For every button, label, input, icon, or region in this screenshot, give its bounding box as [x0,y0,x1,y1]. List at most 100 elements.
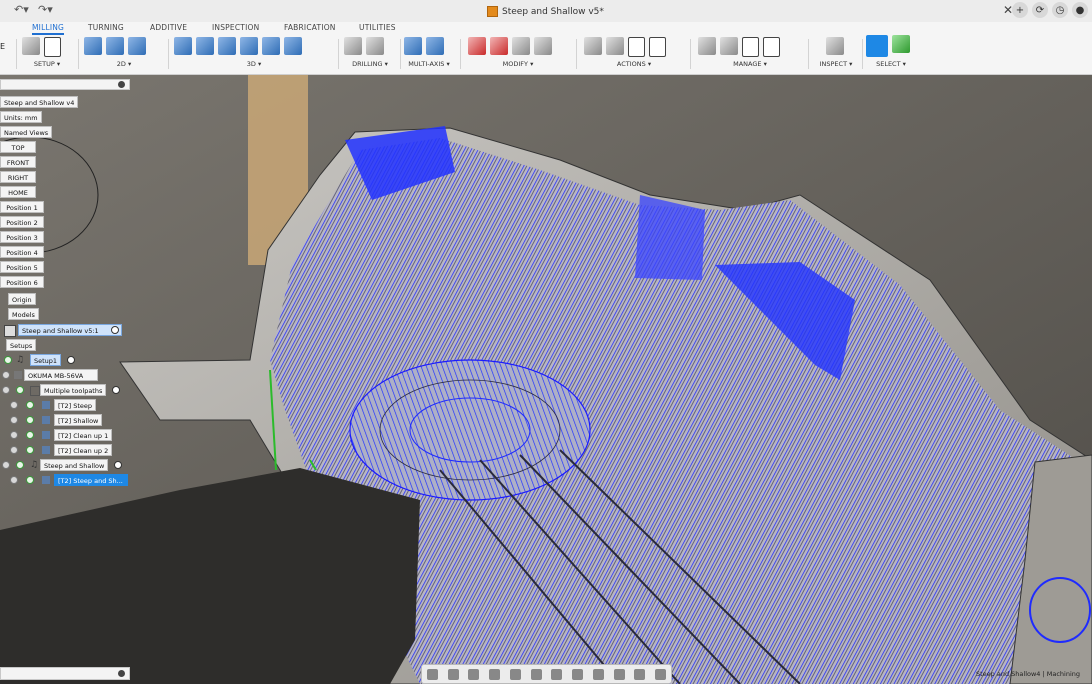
named-views-node[interactable]: Named Views [0,126,53,138]
eye-icon[interactable] [10,401,18,409]
3d-group-label[interactable]: 3D ▾ [174,60,334,68]
simulate-machine-icon[interactable] [606,37,624,55]
visual-style-icon[interactable] [572,668,584,680]
viewports-icon[interactable] [551,668,563,680]
inspect-group-label[interactable]: INSPECT ▾ [814,60,858,68]
post-process-icon[interactable] [628,37,645,57]
op-steep[interactable]: [T2] Steep [54,399,97,411]
op-clean-up-1[interactable]: [T2] Clean up 1 [54,429,113,441]
hole-recognition-icon[interactable] [366,37,384,55]
view-position-2[interactable]: Position 2 [0,216,44,228]
op-steep-and-shallow[interactable]: [T2] Steep and Sh... [54,474,128,486]
setup1-node[interactable]: Setup1 [30,354,62,366]
post-library-icon[interactable] [763,37,780,57]
check-icon[interactable] [26,476,34,484]
op-clean-up-2[interactable]: [T2] Clean up 2 [54,444,113,456]
root-document[interactable]: Steep and Shallow v4 [0,96,79,108]
eye-icon[interactable] [10,416,18,424]
check-icon[interactable] [16,461,24,469]
browser-header[interactable] [0,79,130,90]
parallel-icon[interactable] [240,37,258,55]
adaptive-clearing-icon[interactable] [174,37,192,55]
stock-icon[interactable] [655,668,667,680]
face-icon[interactable] [128,37,146,55]
setup-sheet-icon[interactable] [649,37,666,57]
combined-radio[interactable] [114,461,122,469]
machine-node[interactable]: OKUMA MB-56VA [24,369,98,381]
eye-icon[interactable] [10,446,18,454]
component-node[interactable]: Steep and Shallow v5:1 [18,324,122,336]
filter-icon[interactable] [634,668,646,680]
view-position-1[interactable]: Position 1 [0,201,44,213]
select-cursor-icon[interactable] [866,35,888,57]
tab-fabrication[interactable]: FABRICATION [284,23,336,32]
setup-activate-radio[interactable] [67,356,75,364]
check-icon[interactable] [26,446,34,454]
tool-library-icon[interactable] [698,37,716,55]
combined-node[interactable]: Steep and Shallow [40,459,109,471]
check-icon[interactable] [26,401,34,409]
orbit-icon[interactable] [426,668,438,680]
machine-library-icon[interactable] [720,37,738,55]
eye-icon[interactable] [10,431,18,439]
multi-axis-group-label[interactable]: MULTI-AXIS ▾ [404,60,454,68]
tab-milling[interactable]: MILLING [32,23,65,35]
view-front[interactable]: FRONT [0,156,36,168]
drill-icon[interactable] [344,37,362,55]
collapse-icon[interactable] [118,670,125,677]
clock-icon[interactable]: ◷ [1052,2,1068,18]
document-tab[interactable]: Steep and Shallow v5* [487,4,604,19]
view-top[interactable]: TOP [0,141,36,153]
select-group-label[interactable]: SELECT ▾ [866,60,916,68]
pan-icon[interactable] [447,668,459,680]
2d-pocket-icon[interactable] [106,37,124,55]
setup-group-label[interactable]: SETUP ▾ [22,60,72,68]
view-home[interactable]: HOME [0,186,36,198]
pattern-icon[interactable] [512,37,530,55]
nc-program-icon[interactable] [44,37,61,57]
origin-node[interactable]: Origin [8,293,36,305]
activate-radio[interactable] [111,326,119,334]
selection-filter-icon[interactable] [892,35,910,53]
check-icon[interactable] [26,416,34,424]
view-position-3[interactable]: Position 3 [0,231,44,243]
folder-node[interactable]: Multiple toolpaths [40,384,107,396]
multi-axis-contour-icon[interactable] [426,37,444,55]
modify-group-label[interactable]: MODIFY ▾ [468,60,568,68]
units-node[interactable]: Units: mm [0,111,42,123]
tab-inspection[interactable]: INSPECTION [212,23,259,32]
extensions-icon[interactable]: ⟳ [1032,2,1048,18]
tab-turning[interactable]: TURNING [88,23,124,32]
tab-additive[interactable]: ADDITIVE [150,23,187,32]
op-shallow[interactable]: [T2] Shallow [54,414,103,426]
scissors-icon[interactable] [468,37,486,55]
eye-icon[interactable] [10,476,18,484]
setup-icon[interactable] [22,37,40,55]
workspace-switcher[interactable]: E [0,35,14,74]
check-icon[interactable] [26,431,34,439]
drilling-group-label[interactable]: DRILLING ▾ [344,60,396,68]
actions-group-label[interactable]: ACTIONS ▾ [584,60,684,68]
redo-icon[interactable]: ↷▾ [38,3,53,16]
view-right[interactable]: RIGHT [0,171,36,183]
tab-utilities[interactable]: UTILITIES [359,23,396,32]
undo-icon[interactable]: ↶▾ [14,3,29,16]
pocket-clearing-icon[interactable] [196,37,214,55]
delete-toolpath-icon[interactable] [490,37,508,55]
models-node[interactable]: Models [8,308,39,320]
new-tab-icon[interactable]: + [1012,2,1028,18]
view-position-5[interactable]: Position 5 [0,261,44,273]
2d-group-label[interactable]: 2D ▾ [84,60,164,68]
setups-node[interactable]: Setups [6,339,37,351]
check-icon[interactable] [16,386,24,394]
scallop-icon[interactable] [262,37,280,55]
effects-icon[interactable] [613,668,625,680]
fit-icon[interactable] [489,668,501,680]
contour-icon[interactable] [284,37,302,55]
manage-group-label[interactable]: MANAGE ▾ [698,60,802,68]
comments-panel[interactable] [0,667,130,680]
grid-icon[interactable] [530,668,542,680]
measure-icon[interactable] [826,37,844,55]
simulate-icon[interactable] [584,37,602,55]
folder-radio[interactable] [112,386,120,394]
